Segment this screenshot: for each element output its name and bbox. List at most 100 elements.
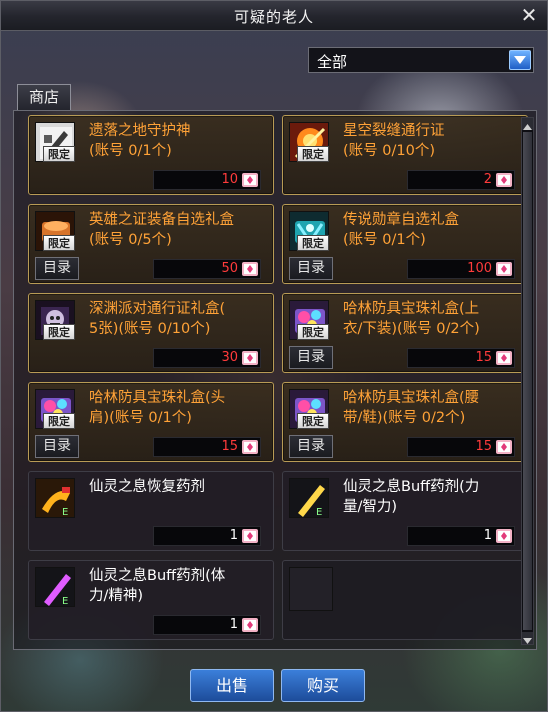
price-value: 50 [221,261,238,276]
scrollbar[interactable] [521,117,534,645]
item-name-line: 遗落之地守护神 [89,123,191,139]
currency-coin-icon [495,171,513,189]
limited-badge: 限定 [297,235,329,251]
recovery-potion-icon[interactable]: E [35,478,75,518]
scroll-down-icon[interactable] [522,632,533,644]
item-name-line: (账号 0/1个) [343,232,426,248]
item-name: 哈林防具宝珠礼盒(头 肩)(账号 0/1个) [89,388,271,428]
price-value: 1 [483,528,492,543]
shop-item-card[interactable]: E 仙灵之息恢复药剂 1 [28,471,274,551]
catalog-button[interactable]: 目录 [35,435,79,458]
item-name-line: 哈林防具宝珠礼盒(腰 [343,390,480,406]
tab-shop[interactable]: 商店 [17,84,71,110]
item-name-line: (账号 0/5个) [89,232,172,248]
limited-badge: 限定 [297,146,329,162]
item-name: 星空裂缝通行证 (账号 0/10个) [343,121,525,161]
scroll-up-icon[interactable] [522,118,533,130]
item-name: 哈林防具宝珠礼盒(腰 带/鞋)(账号 0/2个) [343,388,525,428]
item-name-line: 哈林防具宝珠礼盒(头 [89,390,226,406]
price-box: 1 [153,526,261,546]
shop-item-card[interactable]: E 仙灵之息Buff药剂(力 量/智力) 1 [282,471,528,551]
catalog-button[interactable]: 目录 [289,257,333,280]
item-name-line: 星空裂缝通行证 [343,123,445,139]
item-name: 传说勋章自选礼盒 (账号 0/1个) [343,210,525,250]
shop-item-card[interactable]: 限定 星空裂缝通行证 (账号 0/10个) 2 [282,115,528,195]
category-filter-value: 全部 [317,53,348,71]
shop-item-card[interactable]: 限定 传说勋章自选礼盒 (账号 0/1个) 目录 100 [282,204,528,284]
shop-item-card[interactable]: 限定 哈林防具宝珠礼盒(头 肩)(账号 0/1个) 目录 15 [28,382,274,462]
sell-button[interactable]: 出售 [190,669,274,702]
currency-coin-icon [241,171,259,189]
currency-coin-icon [495,349,513,367]
title-bar[interactable]: 可疑的老人 ✕ [0,0,548,31]
price-value: 1 [229,617,238,632]
price-box: 10 [153,170,261,190]
limited-badge: 限定 [43,146,75,162]
price-box: 50 [153,259,261,279]
item-name-line: 仙灵之息恢复药剂 [89,479,205,495]
limited-badge: 限定 [297,413,329,429]
shop-panel: 限定 遗落之地守护神 (账号 0/1个) 10 限定 星空裂缝通行证 (账号 0/10个) 2… [13,110,537,650]
price-value: 30 [221,350,238,365]
currency-coin-icon [241,527,259,545]
svg-text:E: E [316,507,322,518]
item-name: 深渊派对通行证礼盒( 5张)(账号 0/10个) [89,299,271,339]
shop-item-card[interactable]: 限定 哈林防具宝珠礼盒(上 衣/下装)(账号 0/2个) 目录 15 [282,293,528,373]
limited-badge: 限定 [297,324,329,340]
shop-item-card[interactable]: 限定 深渊派对通行证礼盒( 5张)(账号 0/10个) 30 [28,293,274,373]
currency-coin-icon [495,260,513,278]
catalog-button[interactable]: 目录 [289,435,333,458]
close-icon[interactable]: ✕ [518,5,540,25]
currency-coin-icon [495,527,513,545]
price-box: 100 [407,259,515,279]
shop-item-card[interactable]: E 仙灵之息Buff药剂(体 力/精神) 1 [28,560,274,640]
limited-badge: 限定 [43,235,75,251]
scroll-thumb[interactable] [523,132,532,630]
currency-coin-icon [241,260,259,278]
item-name-line: (账号 0/1个) [89,143,172,159]
limited-badge: 限定 [43,413,75,429]
item-name-line: 5张)(账号 0/10个) [89,321,211,337]
svg-text:E: E [62,596,68,607]
item-name: 仙灵之息恢复药剂 [89,477,271,497]
price-box: 30 [153,348,261,368]
item-name: 英雄之证装备自选礼盒 (账号 0/5个) [89,210,271,250]
shop-item-card[interactable]: 限定 哈林防具宝珠礼盒(腰 带/鞋)(账号 0/2个) 目录 15 [282,382,528,462]
buy-button[interactable]: 购买 [281,669,365,702]
price-box: 15 [153,437,261,457]
price-value: 15 [221,439,238,454]
currency-coin-icon [241,438,259,456]
item-name-line: 哈林防具宝珠礼盒(上 [343,301,480,317]
dropdown-arrow-icon[interactable] [509,50,531,70]
item-name-line: 英雄之证装备自选礼盒 [89,212,234,228]
category-filter-dropdown[interactable]: 全部 [308,47,534,73]
item-name-line: 量/智力) [343,499,398,515]
item-name: 仙灵之息Buff药剂(体 力/精神) [89,566,271,606]
svg-text:E: E [62,507,68,518]
item-name-line: 仙灵之息Buff药剂(力 [343,479,480,495]
catalog-button[interactable]: 目录 [289,346,333,369]
limited-badge: 限定 [43,324,75,340]
price-box: 1 [153,615,261,635]
price-value: 2 [483,172,492,187]
item-name-line: 衣/下装)(账号 0/2个) [343,321,480,337]
price-value: 1 [229,528,238,543]
price-box: 2 [407,170,515,190]
buff-potion-icon[interactable]: E [289,478,329,518]
buff-potion-icon[interactable]: E [35,567,75,607]
price-value: 10 [221,172,238,187]
window-title: 可疑的老人 [233,8,314,26]
catalog-button[interactable]: 目录 [35,257,79,280]
item-name-line: 肩)(账号 0/1个) [89,410,192,426]
item-name-line: 带/鞋)(账号 0/2个) [343,410,466,426]
price-value: 100 [467,261,492,276]
item-name: 遗落之地守护神 (账号 0/1个) [89,121,271,161]
item-name-line: 传说勋章自选礼盒 [343,212,459,228]
item-name: 仙灵之息Buff药剂(力 量/智力) [343,477,525,517]
shop-item-card[interactable]: 限定 英雄之证装备自选礼盒 (账号 0/5个) 目录 50 [28,204,274,284]
shop-item-card[interactable]: 限定 遗落之地守护神 (账号 0/1个) 10 [28,115,274,195]
currency-coin-icon [241,349,259,367]
item-name-line: 深渊派对通行证礼盒( [89,301,226,317]
price-box: 15 [407,437,515,457]
item-name-line: 仙灵之息Buff药剂(体 [89,568,226,584]
